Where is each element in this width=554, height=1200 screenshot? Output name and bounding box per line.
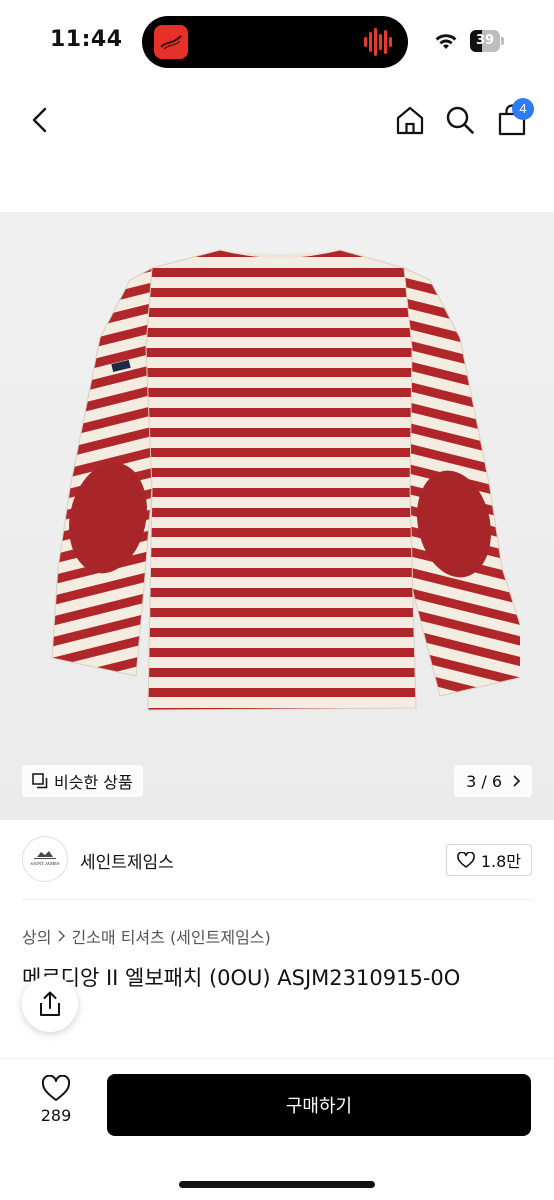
buy-button[interactable]: 구매하기 [107,1074,531,1136]
top-nav: 4 [0,88,554,152]
chevron-right-icon [58,930,66,942]
chevron-right-icon [513,775,520,787]
brand-row[interactable]: SAINT JAMES 세인트제임스 1.8만 [22,834,532,886]
brand-like-button[interactable]: 1.8만 [445,844,532,876]
home-button[interactable] [386,88,434,152]
bottom-purchase-bar: 289 구매하기 [0,1058,554,1200]
image-counter-button[interactable]: 3 / 6 [454,765,532,797]
product-image-gallery[interactable]: 비슷한 상품 3 / 6 [0,212,554,820]
product-image [51,249,520,711]
search-button[interactable] [436,88,484,152]
share-icon [40,991,60,1016]
cart-count-badge: 4 [512,98,534,120]
similar-products-label: 비슷한 상품 [54,773,133,792]
cart-button[interactable]: 4 [488,88,536,152]
image-counter: 3 / 6 [466,771,502,791]
product-title: 메르디앙 II 엘보패치 (0OU) ASJM2310915-0O [22,966,461,990]
breadcrumb-category[interactable]: 상의 [22,924,51,948]
dynamic-island[interactable] [142,16,408,68]
heart-icon [457,852,475,868]
now-playing-app-icon [154,25,188,59]
back-button[interactable] [16,88,64,152]
brand-name[interactable]: 세인트제임스 [80,848,174,873]
heart-icon [41,1075,71,1101]
home-indicator[interactable] [179,1181,375,1188]
breadcrumb-subcategory[interactable]: 긴소매 티셔츠 (세인트제임스) [71,924,270,948]
brand-logo-text: SAINT JAMES [30,861,60,866]
breadcrumb: 상의 긴소매 티셔츠 (세인트제임스) [22,924,271,948]
battery-level: 39 [475,33,495,48]
brand-logo[interactable]: SAINT JAMES [22,836,68,882]
wishlist-count: 289 [40,1106,72,1125]
status-time: 11:44 [50,27,123,52]
chevron-left-icon [32,107,47,133]
status-bar: 11:44 39 [0,0,554,82]
audio-wave-icon [364,28,392,56]
wifi-icon [435,34,457,49]
wishlist-button[interactable]: 289 [22,1075,90,1139]
share-button[interactable] [22,976,78,1032]
similar-products-button[interactable]: 비슷한 상품 [22,765,143,797]
home-icon [396,106,424,135]
brand-like-count: 1.8만 [480,852,521,871]
divider [22,899,532,900]
search-icon [446,106,474,134]
copy-icon [32,773,48,789]
battery-indicator: 39 [470,30,504,52]
